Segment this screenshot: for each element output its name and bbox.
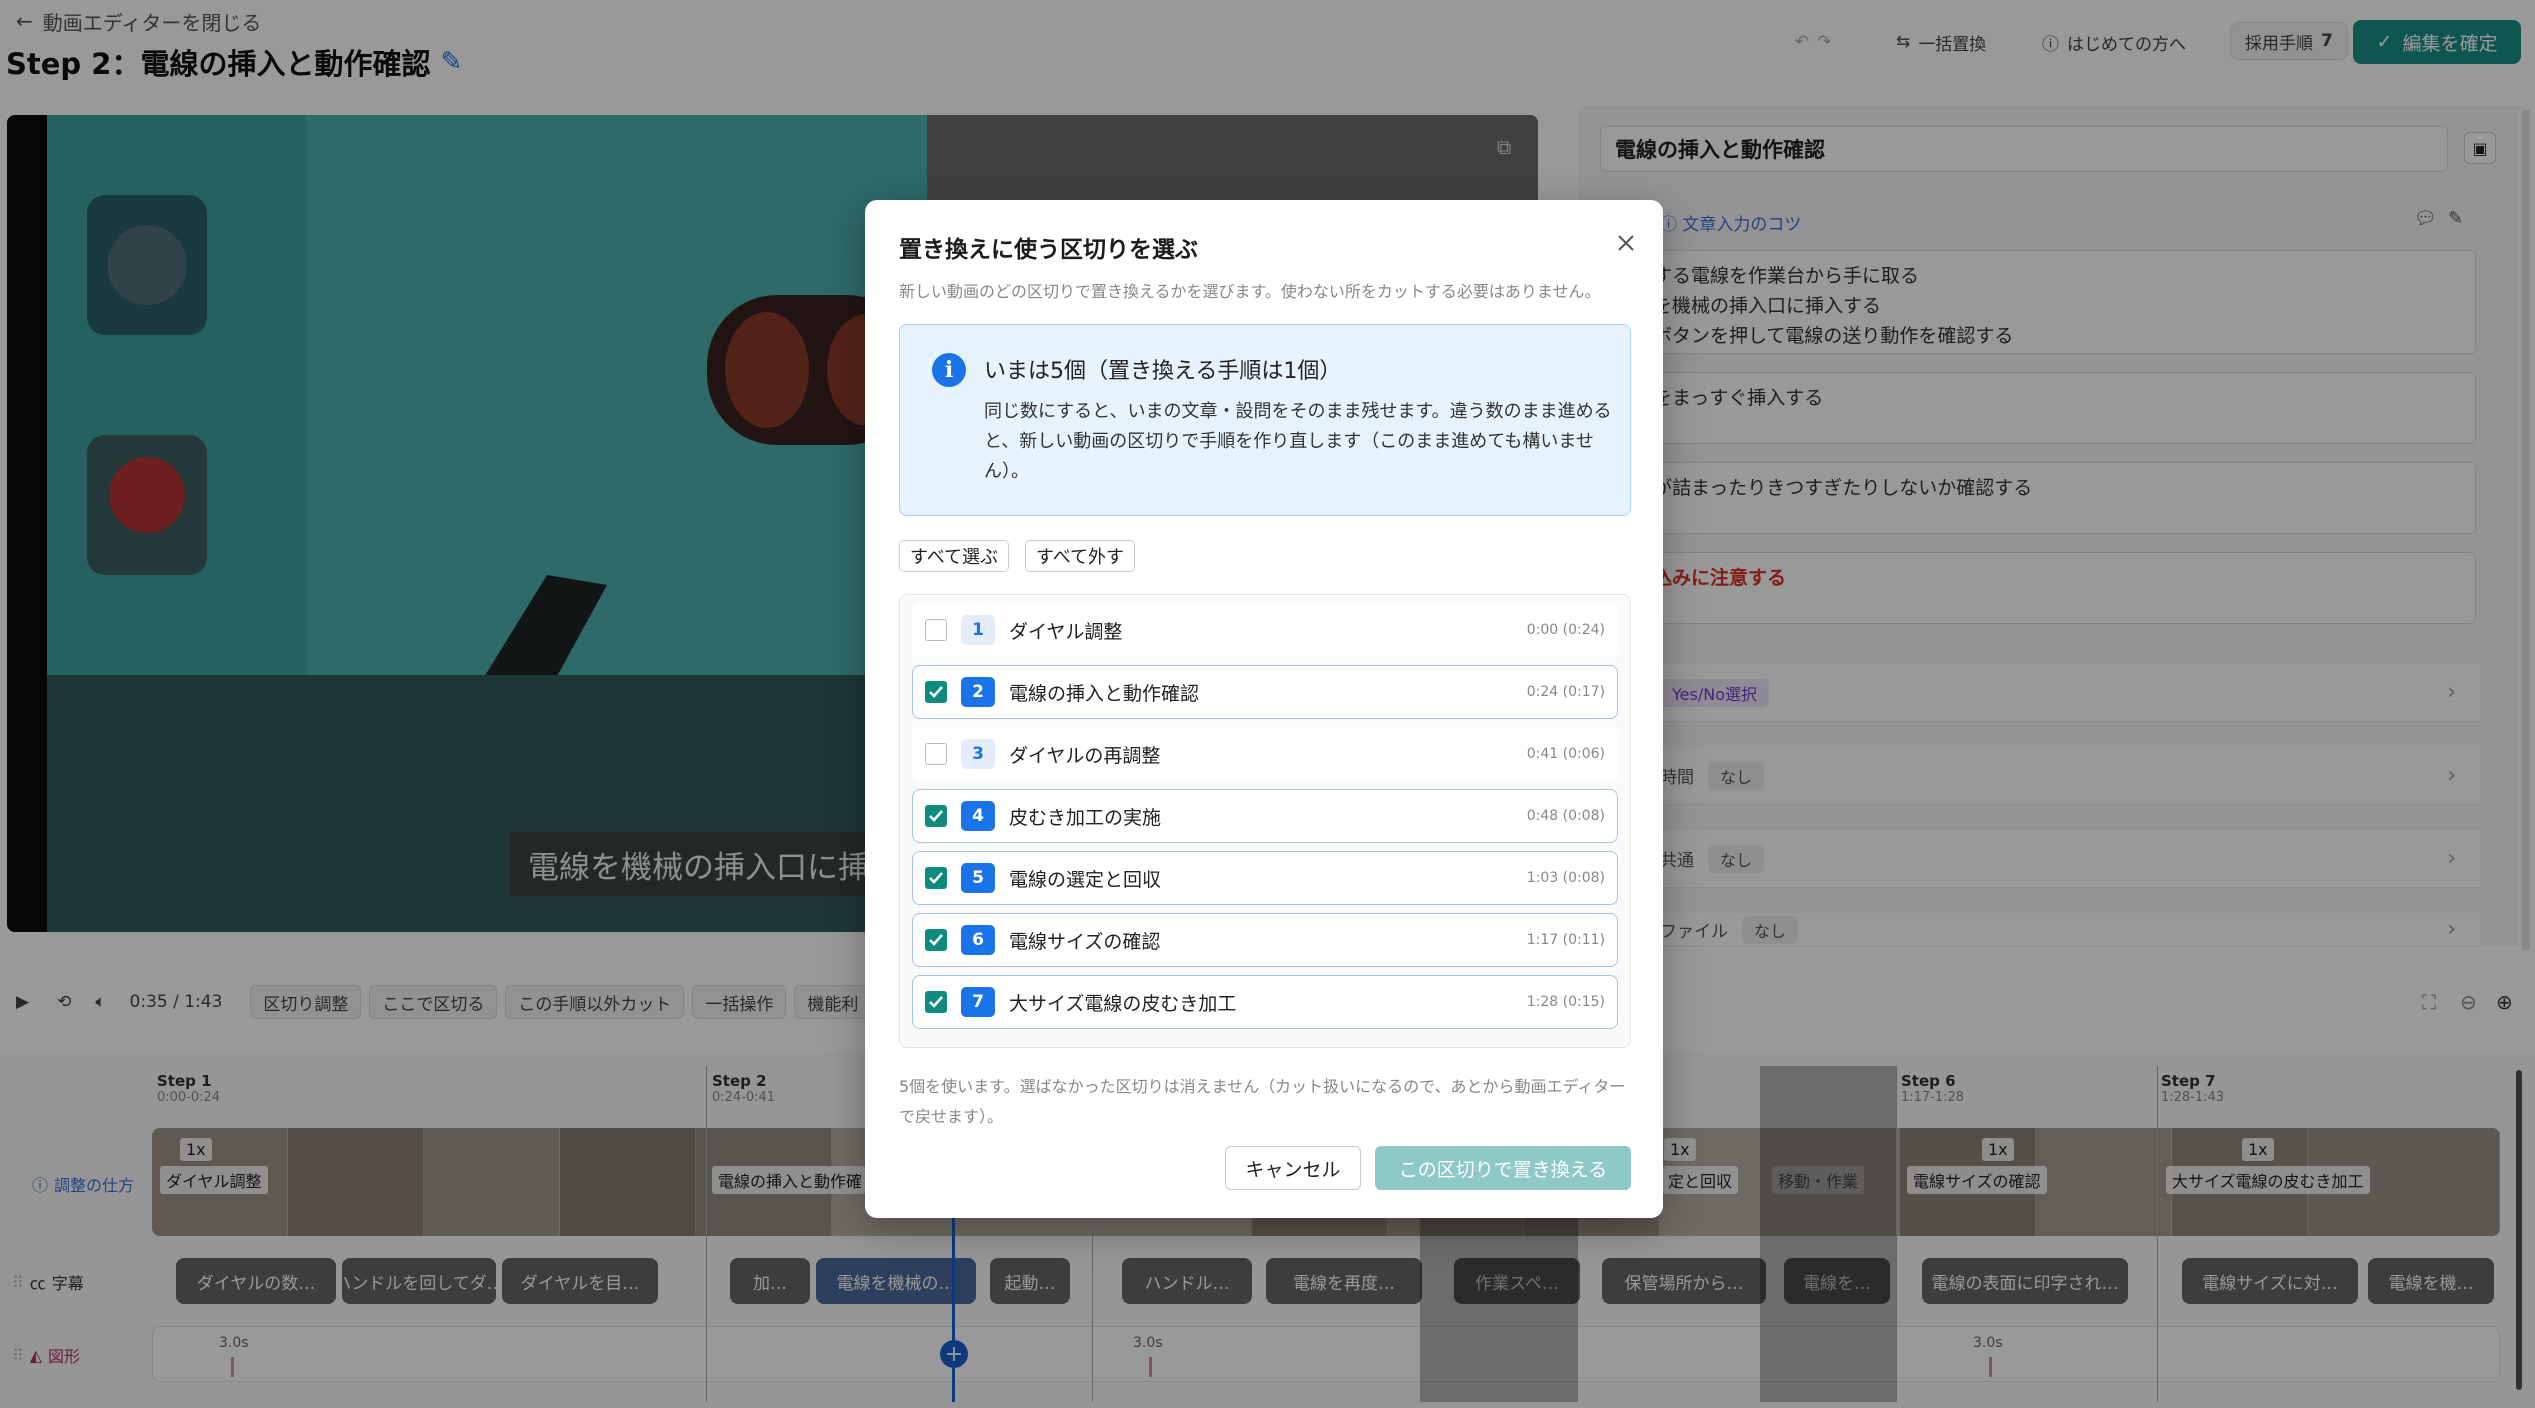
segment-item-6[interactable]: 6 電線サイズの確認 1:17 (0:11) bbox=[912, 913, 1618, 967]
segment-item-7[interactable]: 7 大サイズ電線の皮むき加工 1:28 (0:15) bbox=[912, 975, 1618, 1029]
dialog-description: 新しい動画のどの区切りで置き換えるかを選びます。使わない所をカットする必要はあり… bbox=[899, 282, 1601, 301]
checkbox[interactable] bbox=[925, 867, 947, 889]
select-all-button[interactable]: すべて選ぶ bbox=[899, 540, 1010, 572]
info-heading: いまは5個（置き換える手順は1個） bbox=[984, 359, 1342, 384]
checkbox[interactable] bbox=[925, 929, 947, 951]
segment-item-4[interactable]: 4 皮むき加工の実施 0:48 (0:08) bbox=[912, 789, 1618, 843]
segment-item-3[interactable]: 3 ダイヤルの再調整 0:41 (0:06) bbox=[912, 727, 1618, 781]
dialog-title: 置き換えに使う区切りを選ぶ bbox=[899, 237, 1198, 263]
deselect-all-button[interactable]: すべて外す bbox=[1025, 540, 1136, 572]
close-icon[interactable] bbox=[1611, 228, 1641, 258]
checkbox[interactable] bbox=[925, 681, 947, 703]
replace-button[interactable]: この区切りで置き換える bbox=[1375, 1146, 1631, 1190]
checkbox[interactable] bbox=[925, 991, 947, 1013]
checkbox[interactable] bbox=[925, 619, 947, 641]
info-body: 同じ数にすると、いまの文章・設問をそのまま残せます。違う数のまま進めると、新しい… bbox=[984, 401, 1612, 482]
segment-list: 1 ダイヤル調整 0:00 (0:24) 2 電線の挿入と動作確認 0:24 (… bbox=[899, 594, 1631, 1048]
info-icon: i bbox=[932, 353, 966, 387]
segment-item-5[interactable]: 5 電線の選定と回収 1:03 (0:08) bbox=[912, 851, 1618, 905]
dialog-footer-note: 5個を使います。選ばなかった区切りは消えません（カット扱いになるので、あとから動… bbox=[899, 1077, 1626, 1126]
segment-item-1[interactable]: 1 ダイヤル調整 0:00 (0:24) bbox=[912, 603, 1618, 657]
replace-dialog: 置き換えに使う区切りを選ぶ 新しい動画のどの区切りで置き換えるかを選びます。使わ… bbox=[865, 200, 1663, 1218]
cancel-button[interactable]: キャンセル bbox=[1225, 1146, 1361, 1190]
info-box: i いまは5個（置き換える手順は1個） 同じ数にすると、いまの文章・設問をそのま… bbox=[899, 324, 1631, 516]
checkbox[interactable] bbox=[925, 743, 947, 765]
segment-item-2[interactable]: 2 電線の挿入と動作確認 0:24 (0:17) bbox=[912, 665, 1618, 719]
checkbox[interactable] bbox=[925, 805, 947, 827]
